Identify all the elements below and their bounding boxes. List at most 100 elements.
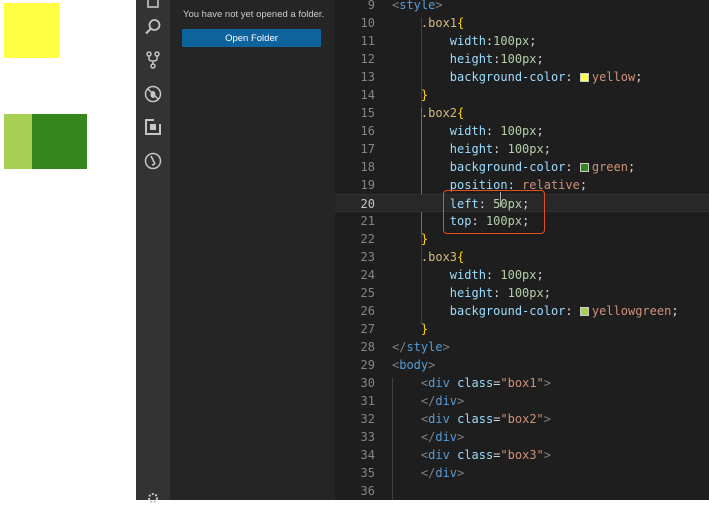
color-swatch[interactable]: [579, 307, 589, 316]
code-token: height: [449, 52, 494, 66]
code-line[interactable]: 25 height: 100px;: [335, 284, 709, 302]
code-text: width:100px;: [392, 32, 537, 50]
code-token: class: [457, 448, 494, 462]
code-token: yellow: [591, 70, 636, 84]
code-token: green: [591, 160, 628, 174]
code-line[interactable]: 29 <body>: [335, 356, 709, 374]
color-swatch[interactable]: [579, 73, 589, 82]
code-text: <style>: [392, 0, 443, 14]
code-line[interactable]: 35 </div>: [335, 464, 709, 482]
box3-preview: [4, 114, 32, 169]
line-number: 23: [360, 250, 375, 264]
remote-icon[interactable]: [143, 151, 163, 171]
code-line[interactable]: 34 <div class="box3">: [335, 446, 709, 464]
line-number: 21: [360, 214, 375, 228]
debug-icon[interactable]: [143, 84, 163, 104]
code-text: }: [392, 86, 428, 104]
code-token: ;: [529, 34, 537, 48]
extensions-icon[interactable]: [143, 117, 163, 137]
color-swatch[interactable]: [579, 163, 589, 172]
code-line[interactable]: 26 background-color: yellowgreen;: [335, 302, 709, 320]
code-text: height: 100px;: [392, 284, 551, 302]
code-token: :: [493, 286, 508, 300]
code-line[interactable]: 9 <style>: [335, 0, 709, 14]
code-token: ;: [671, 304, 679, 318]
code-token: 100px: [507, 286, 544, 300]
code-token: >: [457, 394, 465, 408]
line-number: 9: [367, 0, 375, 12]
code-token: div: [435, 394, 458, 408]
code-token: {: [457, 106, 465, 120]
code-token: background-color: [449, 70, 566, 84]
code-token: width: [449, 268, 486, 282]
code-token: :: [565, 70, 580, 84]
search-icon[interactable]: [143, 17, 163, 37]
line-number: 32: [360, 412, 375, 426]
code-text: </div>: [392, 392, 464, 410]
code-token: div: [435, 466, 458, 480]
code-line[interactable]: 17 height: 100px;: [335, 140, 709, 158]
code-token: ;: [536, 268, 544, 282]
code-line[interactable]: 24 width: 100px;: [335, 266, 709, 284]
code-line[interactable]: 30 <div class="box1">: [335, 374, 709, 392]
code-token: width: [449, 34, 486, 48]
annotation-box: [443, 190, 545, 234]
code-text: height:100px;: [392, 50, 544, 68]
code-token: 100px: [500, 268, 537, 282]
settings-icon[interactable]: [143, 488, 163, 508]
code-line[interactable]: 11 width:100px;: [335, 32, 709, 50]
code-token: >: [543, 376, 552, 390]
code-token: height: [449, 142, 494, 156]
code-line[interactable]: 28 </style>: [335, 338, 709, 356]
line-number: 27: [360, 322, 375, 336]
code-line[interactable]: 10 .box1{: [335, 14, 709, 32]
code-line[interactable]: 13 background-color: yellow;: [335, 68, 709, 86]
code-line[interactable]: 23 .box3{: [335, 248, 709, 266]
code-text: .box3{: [392, 248, 464, 266]
code-token: background-color: [449, 160, 566, 174]
code-token: }: [420, 88, 429, 102]
line-number: 13: [360, 70, 375, 84]
code-text: width: 100px;: [392, 122, 544, 140]
code-token: </: [420, 430, 436, 444]
box2-preview: [32, 114, 87, 169]
code-line[interactable]: 32 <div class="box2">: [335, 410, 709, 428]
code-line[interactable]: 18 background-color: green;: [335, 158, 709, 176]
code-token: >: [543, 412, 552, 426]
no-folder-message: You have not yet opened a folder.: [183, 9, 325, 20]
code-token: ;: [635, 70, 643, 84]
code-line[interactable]: 12 height:100px;: [335, 50, 709, 68]
line-number: 36: [360, 484, 375, 498]
line-number: 29: [360, 358, 375, 372]
code-line[interactable]: 31 </div>: [335, 392, 709, 410]
code-line[interactable]: 36: [335, 482, 709, 500]
source-control-icon[interactable]: [143, 50, 163, 70]
code-token: 100px: [493, 34, 530, 48]
code-token: :: [485, 268, 501, 282]
code-text: width: 100px;: [392, 266, 544, 284]
code-text: </style>: [392, 338, 450, 356]
code-token: .box2: [420, 106, 458, 120]
code-line[interactable]: 33 </div>: [335, 428, 709, 446]
code-token: </: [420, 394, 436, 408]
files-icon[interactable]: [143, 0, 163, 14]
explorer-sidebar: You have not yet opened a folder. Open F…: [170, 0, 335, 500]
open-folder-button[interactable]: Open Folder: [182, 29, 321, 47]
code-text: }: [392, 320, 428, 338]
code-line[interactable]: 16 width: 100px;: [335, 122, 709, 140]
code-line[interactable]: 14 }: [335, 86, 709, 104]
code-token: width: [449, 124, 486, 138]
line-number: 33: [360, 430, 375, 444]
code-token: ;: [536, 124, 544, 138]
code-line[interactable]: 27 }: [335, 320, 709, 338]
line-number: 34: [360, 448, 375, 462]
code-line[interactable]: 15 .box2{: [335, 104, 709, 122]
code-editor[interactable]: 9 <style> 10 .box1{11 width:100px; 12 heigh…: [335, 0, 709, 500]
line-number: 35: [360, 466, 375, 480]
code-token: </: [392, 340, 407, 354]
line-number: 26: [360, 304, 375, 318]
line-number: 19: [360, 178, 375, 192]
